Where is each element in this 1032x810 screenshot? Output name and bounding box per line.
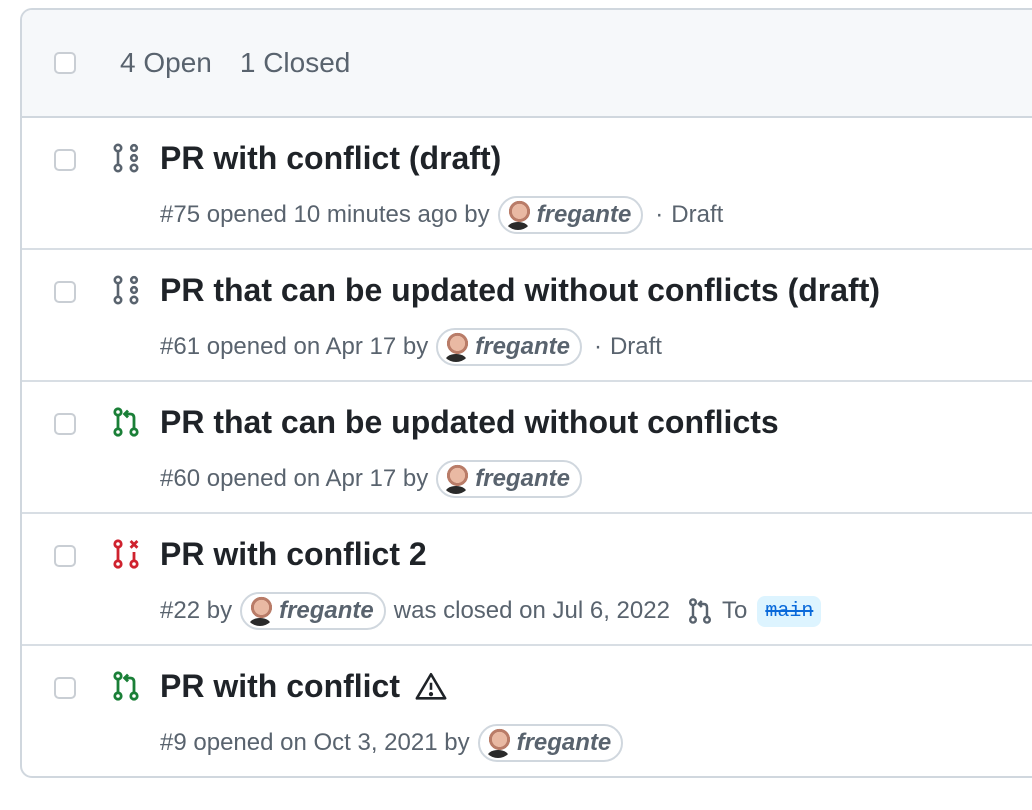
list-item: PR with conflict 2 #22 by fregante was c… <box>22 514 1032 646</box>
author-link[interactable]: fregante <box>477 724 624 762</box>
alert-icon[interactable] <box>414 670 448 704</box>
author-link[interactable]: fregante <box>436 460 582 498</box>
list-header: 4 Open 1 Closed <box>22 10 1032 118</box>
pr-status-text: opened on Oct 3, 2021 by <box>193 729 470 756</box>
pr-title-link[interactable]: PR with conflict (draft) <box>160 140 501 177</box>
draft-label: Draft <box>671 201 724 228</box>
author-link[interactable]: fregante <box>240 592 386 630</box>
pr-status-text: opened on Apr 17 by <box>206 333 429 360</box>
pr-status-text: opened on Apr 17 by <box>206 465 429 492</box>
list-item: PR with conflict #9 opened on Oct 3, 202… <box>22 646 1032 776</box>
avatar <box>441 332 472 362</box>
pr-title-link[interactable]: PR with conflict <box>160 668 400 705</box>
draft-label: Draft <box>609 333 662 360</box>
row-checkbox[interactable] <box>54 545 76 567</box>
row-checkbox[interactable] <box>54 281 76 303</box>
git-pull-request-icon <box>113 671 139 701</box>
git-pull-request-draft-icon <box>113 275 139 305</box>
pr-number: #22 <box>160 597 201 624</box>
author-name: fregante <box>279 597 374 624</box>
pr-number: #61 <box>160 333 201 360</box>
row-checkbox[interactable] <box>54 149 76 171</box>
avatar <box>482 728 513 758</box>
author-link[interactable]: fregante <box>497 196 644 234</box>
pr-number: #75 <box>160 201 201 228</box>
separator-dot: · <box>655 201 664 228</box>
git-pull-request-icon <box>688 598 711 624</box>
git-pull-request-draft-icon <box>113 143 139 173</box>
avatar <box>245 596 276 626</box>
avatar <box>502 200 533 230</box>
author-name: fregante <box>475 465 570 492</box>
pr-title-link[interactable]: PR that can be updated without conflicts <box>160 404 779 441</box>
pr-title-link[interactable]: PR with conflict 2 <box>160 536 427 573</box>
author-link[interactable]: fregante <box>436 328 582 366</box>
pr-by-text: by <box>206 597 233 624</box>
branch-label[interactable]: main <box>757 595 822 627</box>
author-name: fregante <box>475 333 570 360</box>
list-item: PR that can be updated without conflicts… <box>22 382 1032 514</box>
closed-filter-tab[interactable]: 1 Closed <box>240 47 351 79</box>
git-pull-request-icon <box>113 407 139 437</box>
pr-closed-text: was closed on Jul 6, 2022 <box>393 597 670 624</box>
author-name: fregante <box>516 729 612 756</box>
author-name: fregante <box>536 201 632 228</box>
row-checkbox[interactable] <box>54 677 76 699</box>
separator-dot: · <box>593 333 602 360</box>
pr-title-link[interactable]: PR that can be updated without conflicts… <box>160 272 880 309</box>
pr-number: #9 <box>160 729 187 756</box>
pull-request-list: 4 Open 1 Closed PR with conflict (draft)… <box>20 8 1032 778</box>
pr-number: #60 <box>160 465 201 492</box>
avatar <box>441 464 472 494</box>
git-pull-request-closed-icon <box>113 539 139 569</box>
pr-status-text: opened 10 minutes ago by <box>206 201 490 228</box>
list-item: PR with conflict (draft) #75 opened 10 m… <box>22 118 1032 250</box>
open-filter-tab[interactable]: 4 Open <box>120 47 212 79</box>
select-all-checkbox[interactable] <box>54 52 76 74</box>
list-item: PR that can be updated without conflicts… <box>22 250 1032 382</box>
to-label: To <box>721 597 748 624</box>
row-checkbox[interactable] <box>54 413 76 435</box>
